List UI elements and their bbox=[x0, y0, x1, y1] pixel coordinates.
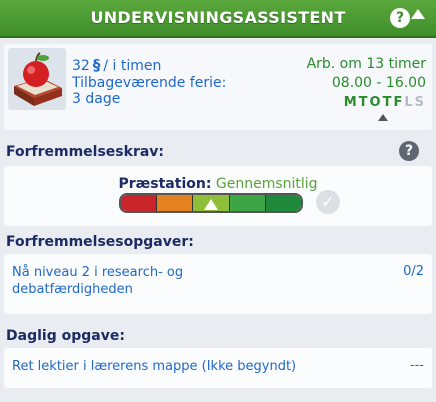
career-header: UNDERVISNINGSASSISTENT ? bbox=[0, 0, 436, 38]
vacation-value: 3 dage bbox=[72, 91, 121, 107]
day-wednesday: O bbox=[369, 95, 383, 110]
performance-bar-segment bbox=[156, 195, 193, 211]
day-friday: F bbox=[393, 95, 405, 110]
help-icon[interactable]: ? bbox=[390, 8, 410, 28]
pay-rate: 32 § / i timen bbox=[72, 56, 161, 74]
collapse-arrow-icon[interactable] bbox=[411, 9, 425, 19]
vacation-label: Tilbageværende ferie: bbox=[72, 75, 227, 91]
simoleon-icon: § bbox=[92, 56, 101, 74]
promotion-help-icon[interactable]: ? bbox=[399, 141, 419, 161]
promotion-requirements-label: Forfremmelseskrav: bbox=[6, 144, 165, 160]
day-monday: M bbox=[343, 95, 359, 110]
career-panel: UNDERVISNINGSASSISTENT ? 32 § / i timen Ti… bbox=[0, 0, 436, 402]
career-info-card: 32 § / i timen Tilbageværende ferie: 3 dag… bbox=[4, 44, 432, 130]
next-shift: Arb. om 13 timer bbox=[306, 56, 426, 72]
day-sunday: S bbox=[414, 95, 426, 110]
performance-line: Præstation: Gennemsnitlig bbox=[4, 176, 432, 192]
promotion-tasks-label: Forfremmelsesopgaver: bbox=[6, 234, 194, 250]
today-marker-icon bbox=[378, 114, 388, 121]
work-days: MTOTFLS bbox=[344, 95, 426, 110]
daily-task-box: Ret lektier i lærerens mappe (Ikke begyn… bbox=[4, 348, 432, 388]
performance-bar-segment bbox=[228, 195, 265, 211]
performance-value: Gennemsnitlig bbox=[215, 176, 318, 192]
day-tuesday: T bbox=[358, 95, 370, 110]
checkmark-icon: ✓ bbox=[316, 190, 340, 214]
promotion-task-progress: 0/2 bbox=[403, 264, 424, 279]
daily-task-label: Daglig opgave: bbox=[6, 328, 125, 344]
performance-bar-segment bbox=[264, 195, 301, 211]
daily-task-progress: --- bbox=[409, 358, 424, 373]
pay-unit: / i timen bbox=[103, 58, 162, 74]
performance-marker-icon bbox=[204, 199, 218, 210]
pay-amount: 32 bbox=[72, 58, 90, 74]
day-saturday: L bbox=[404, 95, 415, 110]
day-thursday: T bbox=[382, 95, 394, 110]
daily-task-text: Ret lektier i lærerens mappe (Ikke begyn… bbox=[12, 359, 297, 374]
career-apple-book-icon bbox=[8, 48, 66, 110]
promotion-task-text: Nå niveau 2 i research- og debatfærdighe… bbox=[12, 264, 183, 298]
performance-box: Præstation: Gennemsnitlig ✓ bbox=[4, 166, 432, 226]
performance-label: Præstation: bbox=[118, 176, 212, 192]
promotion-task-box: Nå niveau 2 i research- og debatfærdighe… bbox=[4, 254, 432, 314]
promotion-task-line1: Nå niveau 2 i research- og bbox=[12, 265, 184, 280]
performance-bar-segment bbox=[121, 195, 157, 211]
promotion-task-line2: debatfærdigheden bbox=[12, 282, 133, 297]
career-title: UNDERVISNINGSASSISTENT bbox=[90, 8, 346, 27]
work-hours: 08.00 - 16.00 bbox=[331, 75, 426, 91]
